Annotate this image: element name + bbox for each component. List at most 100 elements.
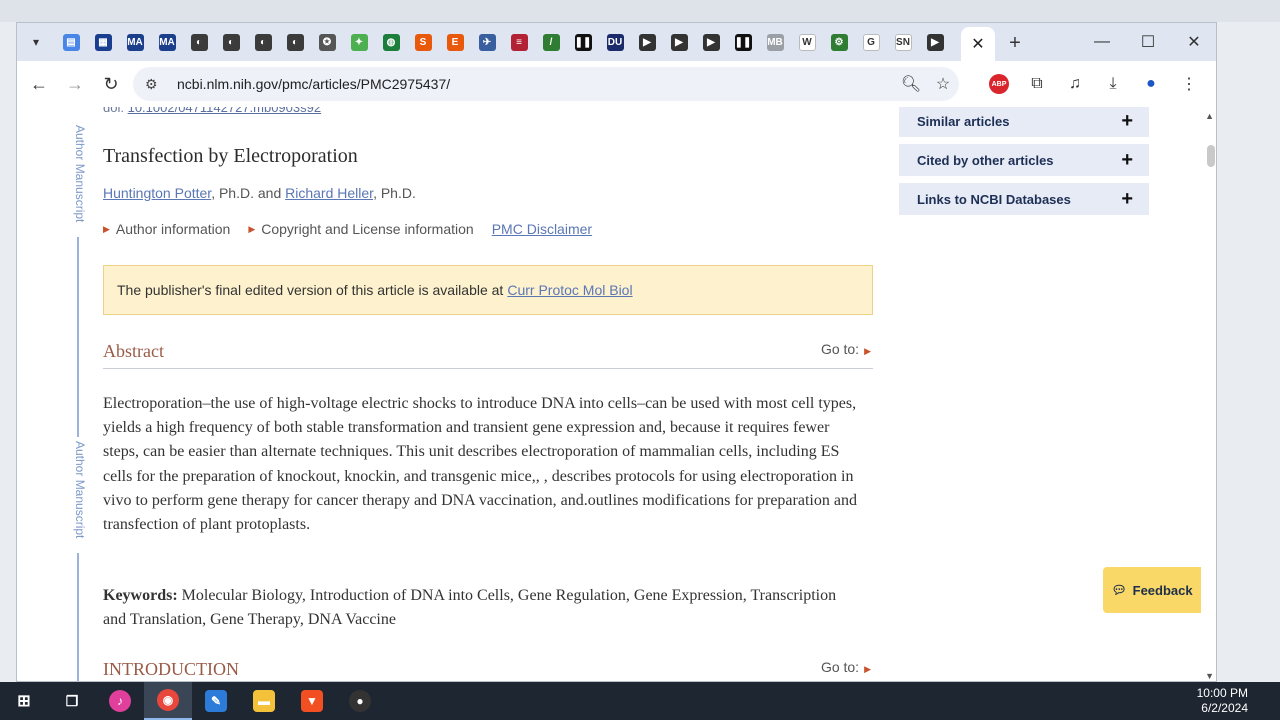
author-degree: , Ph.D. and xyxy=(211,185,286,201)
adblock-plus-icon[interactable]: ABP xyxy=(989,74,1009,94)
pinned-tab[interactable]: ⚙ xyxy=(823,23,855,61)
pause-app-icon: ❚❚ xyxy=(574,33,592,51)
sidebar-ncbi-links[interactable]: Links to NCBI Databases + xyxy=(899,183,1149,215)
flag-icon: ≡ xyxy=(510,33,528,51)
bookmark-star-icon[interactable]: ☆ xyxy=(927,74,959,94)
pinned-tab[interactable]: ◐ xyxy=(279,23,311,61)
e-app-icon: E xyxy=(446,33,464,51)
plus-icon[interactable]: + xyxy=(1121,149,1133,172)
pinned-tab[interactable]: SN xyxy=(887,23,919,61)
pinned-tab[interactable]: W xyxy=(791,23,823,61)
close-active-tab-button[interactable]: ✕ xyxy=(961,27,995,61)
profile-icon[interactable]: ● xyxy=(1132,75,1170,93)
copyright-license-toggle[interactable]: Copyright and License information xyxy=(261,221,473,237)
pinned-tab[interactable]: / xyxy=(535,23,567,61)
doi-link[interactable]: 10.1002/0471142727.mb0903s92 xyxy=(128,107,322,115)
background-window-left-edge xyxy=(0,22,16,682)
sidebar-item-label: Similar articles xyxy=(917,113,1010,129)
site-info-icon[interactable]: ⚙ xyxy=(145,76,165,93)
pinned-tab[interactable]: ◍ xyxy=(375,23,407,61)
pinned-tab[interactable]: MB xyxy=(759,23,791,61)
slash-app-icon: / xyxy=(542,33,560,51)
url-text[interactable]: ncbi.nlm.nih.gov/pmc/articles/PMC2975437… xyxy=(177,76,450,92)
pinned-tab[interactable]: MA xyxy=(119,23,151,61)
zoom-icon[interactable]: 🔍︎ xyxy=(895,74,927,94)
pinned-tab[interactable]: ✪ xyxy=(311,23,343,61)
pinned-tab[interactable]: E xyxy=(439,23,471,61)
pmc-disclaimer-link[interactable]: PMC Disclaimer xyxy=(492,221,592,237)
calendar-icon: ▦ xyxy=(94,33,112,51)
scrollbar-thumb[interactable] xyxy=(1207,145,1215,167)
plus-icon[interactable]: + xyxy=(1121,188,1133,211)
taskbar-itunes[interactable]: ♪ xyxy=(96,682,144,720)
pinned-tab[interactable]: ◐ xyxy=(247,23,279,61)
minimize-button[interactable]: — xyxy=(1079,23,1125,61)
goto-menu[interactable]: Go to: ▶ xyxy=(821,659,871,675)
pinned-tab[interactable]: ✦ xyxy=(343,23,375,61)
task-view-icon: ❐ xyxy=(65,692,79,709)
abstract-text: Electroporation–the use of high-voltage … xyxy=(103,395,857,534)
back-button[interactable]: ← xyxy=(21,66,57,102)
taskbar-obs[interactable]: ● xyxy=(336,682,384,720)
du-app-icon: DU xyxy=(606,33,624,51)
media-control-icon[interactable]: ♫ xyxy=(1056,75,1094,93)
pinned-tab[interactable]: ▶ xyxy=(695,23,727,61)
plus-icon[interactable]: + xyxy=(1121,110,1133,133)
address-bar[interactable]: ⚙ ncbi.nlm.nih.gov/pmc/articles/PMC29754… xyxy=(133,67,959,101)
pinned-tab[interactable]: ✈ xyxy=(471,23,503,61)
pinned-tab[interactable]: ▤ xyxy=(55,23,87,61)
taskbar-chrome[interactable]: ◉ xyxy=(144,682,192,720)
maximize-button[interactable]: ☐ xyxy=(1125,23,1171,61)
start-button[interactable]: ⊞ xyxy=(0,682,48,720)
taskbar-clock[interactable]: 10:00 PM 6/2/2024 xyxy=(1197,686,1248,716)
reload-button[interactable]: ↻ xyxy=(93,66,129,102)
sidebar-similar-articles[interactable]: Similar articles + xyxy=(899,107,1149,137)
taskbar-app[interactable]: ✎ xyxy=(192,682,240,720)
mb-app-icon: MB xyxy=(766,33,784,51)
goto-menu[interactable]: Go to: ▶ xyxy=(821,341,871,357)
extensions-icon[interactable]: ⧉ xyxy=(1018,75,1056,93)
author-information-toggle[interactable]: Author information xyxy=(116,221,230,237)
pinned-tab[interactable]: ◐ xyxy=(183,23,215,61)
sidebar-cited-by[interactable]: Cited by other articles + xyxy=(899,144,1149,176)
pinned-tab[interactable]: G xyxy=(855,23,887,61)
close-window-button[interactable]: ✕ xyxy=(1171,23,1216,61)
forward-button[interactable]: → xyxy=(57,66,93,102)
task-view-button[interactable]: ❐ xyxy=(48,682,96,720)
scroll-down-arrow[interactable]: ▼ xyxy=(1205,671,1214,681)
itunes-icon: ♪ xyxy=(109,690,131,712)
arrow-app-icon: ▶ xyxy=(702,33,720,51)
keywords-label: Keywords: xyxy=(103,587,178,604)
arrow-app-icon: ▶ xyxy=(926,33,944,51)
pinned-tab[interactable]: DU xyxy=(599,23,631,61)
chat-bubble-icon: 💬︎ xyxy=(1111,583,1127,597)
introduction-heading: INTRODUCTION xyxy=(103,659,239,679)
pinned-tab[interactable]: ▶ xyxy=(631,23,663,61)
manuscript-rule xyxy=(77,553,79,681)
pinned-tab[interactable]: ▶ xyxy=(663,23,695,61)
taskbar-brave[interactable]: ▼ xyxy=(288,682,336,720)
pinned-tab[interactable]: S xyxy=(407,23,439,61)
journal-link[interactable]: Curr Protoc Mol Biol xyxy=(507,282,632,298)
feedback-button[interactable]: 💬︎ Feedback xyxy=(1103,567,1201,613)
goto-label[interactable]: Go to: xyxy=(821,341,859,357)
author-link-potter[interactable]: Huntington Potter xyxy=(103,185,211,201)
pinned-tab[interactable]: ▦ xyxy=(87,23,119,61)
clock-date: 6/2/2024 xyxy=(1201,701,1248,715)
pinned-tab[interactable]: ◐ xyxy=(215,23,247,61)
pinned-tab[interactable]: ▶ xyxy=(919,23,951,61)
new-tab-button[interactable]: + xyxy=(1003,31,1027,55)
pinned-tab[interactable]: ≡ xyxy=(503,23,535,61)
pinned-tabs: ▤ ▦ MA MA ◐ ◐ ◐ ◐ ✪ ✦ ◍ S E ✈ ≡ / ❚❚ DU ▶ ▶ ▶ ❚❚ MB W ⚙ G SN ▶ xyxy=(55,23,951,61)
scroll-up-arrow[interactable]: ▲ xyxy=(1205,111,1214,121)
taskbar-file-explorer[interactable]: ▬ xyxy=(240,682,288,720)
author-link-heller[interactable]: Richard Heller xyxy=(285,185,373,201)
pinned-tab[interactable]: ❚❚ xyxy=(567,23,599,61)
pinned-tab[interactable]: ❚❚ xyxy=(727,23,759,61)
sidebar-item-label: Links to NCBI Databases xyxy=(917,191,1071,207)
pinned-tab[interactable]: MA xyxy=(151,23,183,61)
downloads-icon[interactable]: ⤓ xyxy=(1094,75,1132,93)
tab-search-dropdown[interactable]: ▾ xyxy=(23,29,49,55)
menu-icon[interactable]: ⋮ xyxy=(1170,74,1208,94)
goto-label[interactable]: Go to: xyxy=(821,659,859,675)
